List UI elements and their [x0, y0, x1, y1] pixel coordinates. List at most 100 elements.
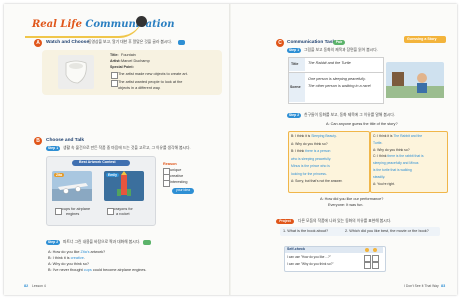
- line-speaker: B:: [291, 149, 295, 153]
- emily-checkbox[interactable]: [107, 208, 114, 215]
- zita-caption-line-2: engines: [66, 212, 80, 216]
- line-text: Sorry, but that's not the answer.: [295, 179, 343, 183]
- option-2-checkbox[interactable]: [111, 80, 118, 87]
- self-check-row-2-no[interactable]: [372, 262, 379, 269]
- pair-badge: Pair: [333, 40, 345, 45]
- dialogue-line-3: A: Why do you think so?: [48, 262, 89, 267]
- c-step1-instruction: 그림을 보고 동화의 제목과 장면을 읽어 봅시다.: [304, 48, 378, 52]
- reason-creative: creative: [170, 174, 184, 178]
- right-box-line: C: I think there is the rabbit that is: [373, 155, 424, 158]
- self-check-title: Self-check: [287, 247, 305, 251]
- dialogue-line-2-prefix: B:: [48, 256, 52, 260]
- line-text: I think it is: [295, 134, 312, 138]
- speech-bubble-icon: [136, 16, 147, 27]
- title-row-value: The Rabbit and the Turtle: [308, 61, 351, 65]
- dialogue-line-2-tail: .: [83, 256, 85, 260]
- left-footer-lesson: Lesson 4: [32, 284, 46, 288]
- dialogue-line-4-tail: could become airplane engines.: [91, 268, 147, 272]
- dialogue-line-1-prefix: A:: [48, 250, 52, 254]
- section-b-step2-instruction: 파트너 그린 내용을 바탕으로 짝과 대화해 봅시다.: [63, 240, 141, 244]
- self-check-row-1-yes[interactable]: [364, 255, 371, 262]
- emily-name-tag: Emily: [106, 172, 120, 178]
- dialogue-line-1: A: How do you like Zita's artwork?: [48, 250, 106, 255]
- option-1-checkbox[interactable]: [111, 72, 118, 79]
- c-step-1-tag: Step 1: [287, 48, 301, 53]
- line-highlight: looking for the princess: [291, 171, 326, 176]
- art-artist-value: Marcel Duchamp: [121, 59, 150, 63]
- reason-title: Reason: [163, 162, 177, 166]
- right-box-line: Turtle.: [373, 140, 383, 145]
- zita-name-tag: Zita: [54, 172, 65, 178]
- dialogue-line-1-text: How do you like: [52, 250, 81, 254]
- book-gutter: [229, 4, 231, 295]
- dialogue-line-2: B: I think it is creative.: [48, 256, 85, 261]
- dialogue-line-1-tail: artwork?: [89, 250, 106, 254]
- dialogue-line-4-highlight: cups: [83, 268, 92, 272]
- step-2-tag: Step 2: [46, 240, 60, 245]
- dialogue-line-4-prefix: B:: [48, 268, 52, 272]
- line-highlight: Turtle: [373, 140, 382, 145]
- line-text: I think: [377, 154, 388, 159]
- self-check-row-2-yes[interactable]: [364, 262, 371, 269]
- section-a-badge: A: [34, 39, 42, 47]
- art-artist-label: Artist:: [110, 59, 121, 63]
- section-b-badge: B: [34, 137, 42, 145]
- left-box-line: looking for the princess.: [291, 171, 327, 176]
- answer-box-left: [288, 131, 370, 193]
- right-box-line: is the turtle that is walking: [373, 168, 412, 172]
- video-icon: [178, 40, 185, 45]
- line-highlight: who is sleeping peacefully.: [291, 156, 332, 161]
- line-tail: .: [335, 134, 337, 138]
- left-page-number: 82: [24, 284, 29, 288]
- c-step2-instruction: 친구들이 동화를 보고, 동화 제목에 그 이유를 말해 봅시다.: [304, 113, 395, 117]
- left-box-line: B: I think there is a person: [291, 149, 331, 153]
- section-a-instruction: 동영상을 보고, 알기 대한 후 알맞은 것을 골라 봅시다.: [88, 40, 172, 44]
- self-check-row-1-no[interactable]: [372, 255, 379, 262]
- dialogue-line-3-prefix: A:: [48, 262, 52, 266]
- right-box-line: C: I think it is The Rabbit and the: [373, 134, 422, 138]
- closing-everyone: Everyone: It was fun.: [328, 203, 364, 207]
- dialogue-line-3-text: Why do you think so?: [52, 262, 89, 266]
- zita-checkbox[interactable]: [55, 208, 62, 215]
- line-text: You're right.: [377, 181, 395, 186]
- section-c-badge: C: [276, 39, 284, 47]
- right-box-line: steadily.: [373, 174, 386, 179]
- right-box-line: A: Why do you think so?: [373, 148, 410, 152]
- right-box-line: A: You're right.: [373, 181, 395, 186]
- line-speaker: A:: [373, 181, 377, 186]
- line-highlight: is the turtle that is walking: [373, 168, 412, 172]
- line-highlight: sleeping peacefully and Minus: [373, 161, 419, 166]
- right-page-number: 83: [441, 284, 446, 288]
- reason-interesting-checkbox[interactable]: [163, 180, 170, 187]
- step-1-tag: Step 1: [46, 146, 60, 151]
- c-step-2-tag: Step 2: [287, 113, 301, 118]
- line-tail: .: [384, 174, 386, 179]
- dialogue-line-2-text: I think it is: [52, 256, 71, 260]
- left-box-line: who is sleeping peacefully.: [291, 156, 332, 161]
- right-box-line: sleeping peacefully and Minus: [373, 161, 419, 166]
- art-title-value: Fountain: [121, 53, 136, 57]
- art-title-label: Title:: [110, 53, 119, 57]
- title-row-label: Title: [291, 62, 299, 66]
- closing-question: A: How did you like our performance?: [320, 197, 384, 201]
- option-2-line-1: The artist wanted people to look at the: [118, 80, 183, 84]
- project-instruction: 다른 모둠의 작품에 나와 있는 동화의 이유를 표현해 봅시다.: [298, 219, 392, 223]
- fountain-photo: [58, 55, 94, 89]
- scene-row-label: Scene: [290, 85, 301, 89]
- line-highlight: there is a person: [305, 149, 331, 153]
- line-speaker: C:: [373, 134, 377, 138]
- option-2-line-2: objects in a different way.: [118, 86, 161, 90]
- section-a-title: Watch and Choose: [46, 40, 89, 45]
- textbook-page: Real Life Communication A Watch and Choo…: [0, 0, 461, 298]
- reason-unique: unique: [170, 168, 182, 172]
- scene-photo: [386, 62, 444, 98]
- dialogue-line-4-text: I've never thought: [52, 268, 84, 272]
- corner-tag-text: Guessing a Story: [407, 37, 437, 41]
- title-word-1: Real Life: [32, 19, 82, 30]
- option-1-text: The artist made new objects to create ar…: [118, 72, 188, 76]
- left-box-line: A: Why do you think so?: [291, 142, 328, 146]
- your-idea-label: your idea: [176, 188, 190, 192]
- line-tail: .: [381, 140, 383, 145]
- line-highlight: steadily: [373, 174, 385, 179]
- left-box-line: B: I think it is Sleeping Beauty.: [291, 134, 337, 138]
